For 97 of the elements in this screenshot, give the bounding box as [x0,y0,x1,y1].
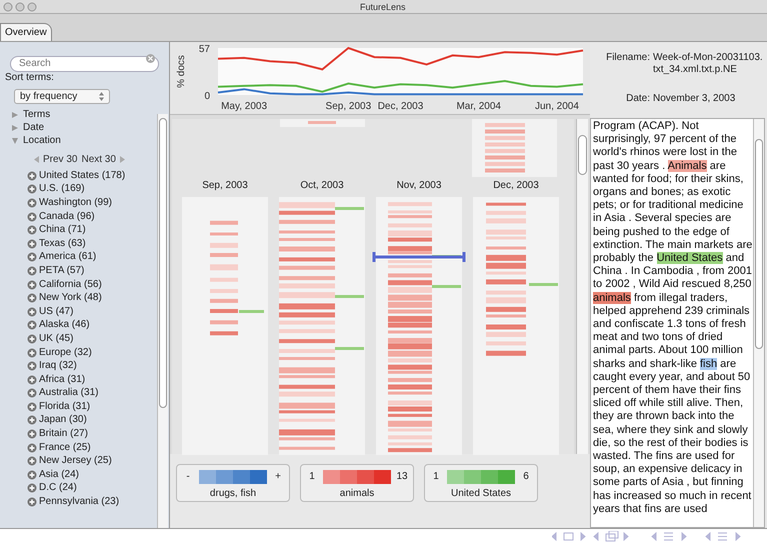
entity-entry[interactable]: Washington (99) [39,196,112,209]
entity-entry[interactable]: Africa (31) [39,374,86,386]
legend-max: 13 [396,470,408,484]
add-icon[interactable] [27,306,37,317]
add-icon[interactable] [27,388,37,398]
scroll-thumb[interactable] [755,139,763,349]
add-icon[interactable] [27,456,37,466]
add-icon[interactable] [27,348,37,358]
add-icon[interactable] [27,238,37,249]
legend-max: + [274,470,282,484]
clear-icon[interactable] [146,54,155,62]
entity-entry[interactable]: Pennsylvania (23) [39,496,120,508]
color-ramp [199,470,267,484]
sort-label: Sort terms: [5,72,55,84]
add-icon[interactable] [27,374,37,385]
entity-entry[interactable]: Europe (32) [39,346,92,359]
window-title: FutureLens [360,1,406,14]
add-icon[interactable] [27,429,37,440]
entity-entry[interactable]: PETA (57) [39,264,84,277]
entity-entry[interactable]: Texas (63) [39,238,86,250]
add-icon[interactable] [27,184,37,194]
entity-entry[interactable]: New Jersey (25) [39,455,112,468]
add-icon[interactable] [27,170,37,181]
color-ramp [323,470,391,484]
y-tick-label: 57 [198,44,210,55]
month-label: Nov, 2003 [396,179,442,193]
y-axis-label: % docs [176,55,187,88]
x-tick-label: May, 2003 [221,101,268,112]
scrollbar[interactable] [576,119,588,454]
scrollbar[interactable] [157,114,168,528]
legend-label: drugs, fish [210,487,256,501]
date-value: November 3, 2003 [653,92,736,106]
legend-label: animals [340,487,374,501]
entity-entry[interactable]: Asia (24) [39,468,80,481]
entity-entry[interactable]: Iraq (32) [39,360,77,372]
add-icon[interactable] [27,442,37,453]
add-icon[interactable] [27,280,37,290]
scrollbar[interactable] [753,119,764,527]
tree-item[interactable]: Date [23,120,44,135]
month-label: Dec, 2003 [493,179,539,193]
add-icon[interactable] [27,266,37,276]
search-field[interactable]: Search [10,56,159,72]
entity-entry[interactable]: Florida (31) [39,400,90,413]
tree-item[interactable]: Terms [23,107,50,122]
scroll-thumb[interactable] [159,118,167,408]
entity-entry[interactable]: U.S. (169) [39,183,85,196]
legend-min: 1 [432,470,440,484]
next-page-link[interactable]: Next 30 [81,152,116,166]
add-icon[interactable] [27,497,37,508]
document-text: Program (ACAP). Not surprisingly, 97 percent of the world's rhinos were lost in the past 30 years . Animals are wanted for food; for their skins, organs and bones; as exotic pets; or for traditional medicine in Asia . Several species are being pushed to the edge of extinction. The main markets are probably the United States and China . In Cambodia , from 2001 to 2002 , Wild Aid rescued 8,250 animals from illegal traders, helped apprehend 239 criminals and confiscate 1.3 tons of fresh meat and two tons of dried animal parts. About 100 million sharks and shark-like fish are caught every year, and about 50 percent of them have their fins sliced off while still alive. Then, they are thrown back into the sea, where they sink and slowly die, so the rest of their bodies is wasted. The fins are used for soup, an expensive delicacy in some parts of Asia , but finning has increased so much in recent years that fins are used [592,119,754,516]
add-icon[interactable] [27,212,37,222]
entity-entry[interactable]: New York (48) [39,292,102,304]
stepper-icon [99,92,104,101]
entity-entry[interactable]: America (61) [39,251,96,264]
add-icon[interactable] [27,470,37,480]
color-ramp [447,470,515,484]
entity-entry[interactable]: Alaska (46) [39,319,90,332]
add-icon[interactable] [27,252,37,262]
sort-dropdown[interactable]: by frequency [14,89,110,104]
entity-entry[interactable]: Britain (27) [39,428,88,440]
add-icon[interactable] [27,415,37,426]
filename-label: Filename: [605,52,650,65]
legend-label: United States [450,487,512,501]
x-tick-label: Dec, 2003 [378,101,424,112]
tree-item[interactable]: Location [23,133,61,148]
entity-entry[interactable]: United States (178) [39,170,126,182]
entity-entry[interactable]: Japan (30) [39,414,87,426]
scroll-thumb[interactable] [578,135,587,175]
add-icon[interactable] [27,334,37,344]
x-tick-label: Mar, 2004 [456,101,501,112]
tab[interactable]: Overview [0,23,52,41]
entity-entry[interactable]: D.C (24) [39,482,77,494]
add-icon[interactable] [27,198,37,208]
add-icon[interactable] [27,402,37,412]
add-icon[interactable] [27,225,37,236]
entity-entry[interactable]: California (56) [39,278,102,291]
x-tick-label: Jun, 2004 [534,101,579,112]
add-icon[interactable] [27,361,37,372]
legend-min: 1 [308,470,316,484]
add-icon[interactable] [27,320,37,330]
month-label: Oct, 2003 [300,179,344,193]
filename-value: Week-of-Mon-20031103.txt_34.xml.txt.p.NE [653,52,763,77]
add-icon[interactable] [27,483,37,494]
date-label: Date: [625,92,650,106]
legend-max: 6 [522,470,530,484]
entity-entry[interactable]: Canada (96) [39,210,95,223]
previous-page-link[interactable]: Prev 30 [43,152,78,166]
entity-entry[interactable]: China (71) [39,224,86,236]
x-tick-label: Sep, 2003 [326,101,372,112]
month-label: Sep, 2003 [202,179,248,193]
add-icon[interactable] [27,293,37,304]
entity-entry[interactable]: UK (45) [39,332,74,345]
entity-entry[interactable]: Australia (31) [39,387,98,400]
entity-entry[interactable]: France (25) [39,442,91,454]
legend-min: - [185,470,191,484]
entity-entry[interactable]: US (47) [39,306,74,318]
y-tick-label: 0 [204,91,210,102]
